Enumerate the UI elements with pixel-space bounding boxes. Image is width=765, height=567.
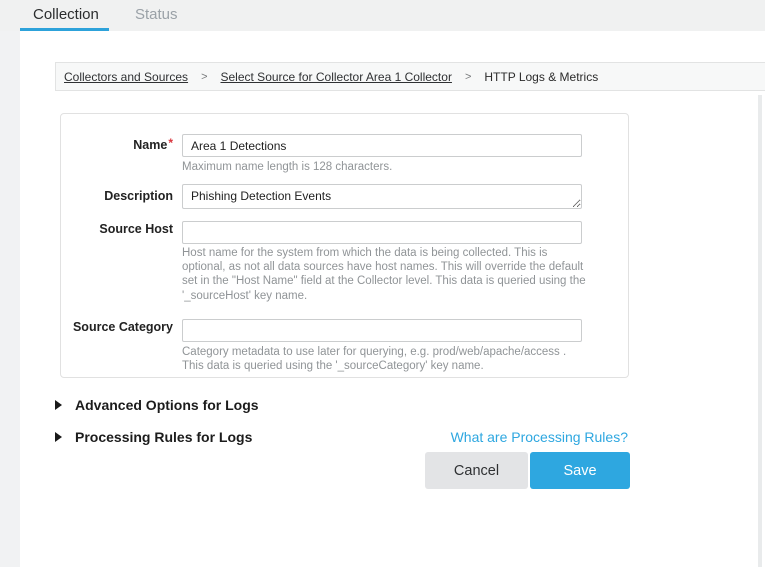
expand-arrow-icon: [55, 432, 62, 442]
breadcrumb-separator: >: [201, 71, 207, 83]
source-category-input[interactable]: [182, 319, 582, 342]
source-host-help-text: Host name for the system from which the …: [182, 246, 586, 303]
right-edge-divider: [758, 95, 762, 567]
section-processing-rules[interactable]: Processing Rules for Logs: [55, 429, 252, 445]
what-are-processing-rules-link[interactable]: What are Processing Rules?: [451, 429, 628, 445]
source-host-input[interactable]: [182, 221, 582, 244]
save-button[interactable]: Save: [530, 452, 630, 489]
required-asterisk: *: [168, 136, 173, 150]
advanced-options-label: Advanced Options for Logs: [75, 397, 259, 413]
processing-rules-label: Processing Rules for Logs: [75, 429, 252, 445]
description-label: Description: [61, 189, 173, 203]
source-form-panel: Name* Maximum name length is 128 charact…: [60, 113, 629, 378]
name-help-text: Maximum name length is 128 characters.: [182, 160, 586, 174]
breadcrumb-link-select-source[interactable]: Select Source for Collector Area 1 Colle…: [221, 70, 452, 84]
name-input[interactable]: [182, 134, 582, 157]
name-label: Name*: [61, 136, 173, 152]
tab-collection[interactable]: Collection: [33, 6, 99, 23]
breadcrumb-current-page: HTTP Logs & Metrics: [484, 70, 598, 84]
source-config-page: Collection Status Collectors and Sources…: [0, 0, 765, 567]
source-category-help-text: Category metadata to use later for query…: [182, 345, 586, 373]
breadcrumb: Collectors and Sources > Select Source f…: [55, 62, 765, 91]
left-gutter: [0, 31, 20, 567]
breadcrumb-separator: >: [465, 71, 471, 83]
tab-bar: Collection Status: [0, 0, 765, 31]
cancel-button[interactable]: Cancel: [425, 452, 528, 489]
expand-arrow-icon: [55, 400, 62, 410]
section-advanced-options[interactable]: Advanced Options for Logs: [55, 397, 259, 413]
breadcrumb-link-collectors-and-sources[interactable]: Collectors and Sources: [64, 70, 188, 84]
name-label-text: Name: [133, 138, 167, 152]
tab-status[interactable]: Status: [135, 6, 178, 23]
description-textarea[interactable]: Phishing Detection Events: [182, 184, 582, 209]
source-host-label: Source Host: [61, 222, 173, 236]
source-category-label: Source Category: [61, 320, 173, 334]
